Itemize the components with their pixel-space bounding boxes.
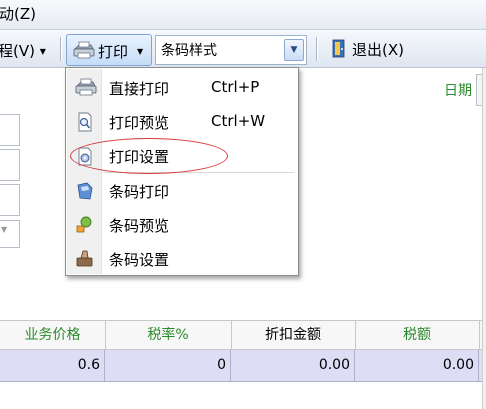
form-select[interactable]: ▼ — [0, 220, 20, 248]
barcode-style-select[interactable]: 条码样式 ▼ — [155, 35, 307, 65]
menu-item-label: 条码打印 — [109, 183, 170, 201]
chevron-down-icon: ▼ — [39, 47, 46, 56]
chevron-down-icon: ▼ — [137, 47, 144, 56]
printer-icon — [75, 78, 97, 100]
table-cell[interactable]: 0.6 — [0, 350, 105, 381]
printer-icon — [73, 41, 95, 63]
menu-item-direct-print[interactable]: 直接打印 Ctrl+P — [67, 71, 297, 104]
scrollbar[interactable] — [482, 68, 486, 409]
date-label: 日期 — [444, 83, 472, 99]
table-row[interactable]: 0.6 0 0.00 0.00 — [0, 350, 486, 382]
exit-button[interactable]: 退出(X) — [330, 36, 416, 62]
barcode-style-value: 条码样式 — [161, 43, 217, 59]
column-header[interactable]: 折扣金额 — [231, 321, 356, 351]
menu-item-label: 条码设置 — [109, 251, 170, 269]
exit-door-icon — [330, 39, 348, 63]
toolbar-item-partial-label: 程(V) — [0, 42, 35, 60]
grid-header: 业务价格 税率% 折扣金额 税额 — [0, 320, 486, 351]
menu-item-barcode-settings[interactable]: 条码设置 — [67, 242, 297, 275]
menu-item-barcode-preview[interactable]: 条码预览 — [67, 208, 297, 241]
menu-item-label: 直接打印 — [109, 80, 170, 98]
print-button[interactable]: 打印 ▼ — [66, 34, 152, 66]
menu-item-label: 打印预览 — [109, 114, 170, 132]
blank-area — [0, 382, 486, 409]
menubar: 动(Z) — [0, 0, 486, 30]
menu-item-partial[interactable]: 动(Z) — [0, 3, 36, 24]
menu-item-label: 条码预览 — [109, 217, 170, 235]
column-header[interactable]: 税率% — [105, 321, 232, 351]
toolbar-separator — [316, 37, 317, 61]
chevron-down-icon: ▼ — [1, 225, 8, 234]
toolbar: 程(V) ▼ 打印 ▼ 条码样式 ▼ 退出(X) — [0, 30, 486, 68]
print-preview-icon — [75, 112, 95, 136]
toolbar-separator — [60, 37, 61, 61]
annotation-ellipse — [70, 138, 228, 174]
print-button-label: 打印 — [98, 43, 129, 61]
table-cell[interactable]: 0.00 — [355, 350, 479, 381]
form-field[interactable] — [0, 149, 20, 181]
barcode-print-icon — [75, 181, 95, 205]
menu-item-barcode-print[interactable]: 条码打印 — [67, 174, 297, 207]
dropdown-arrow-icon[interactable]: ▼ — [284, 39, 304, 61]
menu-item-shortcut: Ctrl+P — [211, 78, 260, 96]
form-field[interactable] — [0, 114, 20, 146]
column-header[interactable]: 税额 — [355, 321, 480, 351]
menu-item-shortcut: Ctrl+W — [211, 112, 266, 130]
toolbar-item-partial[interactable]: 程(V) ▼ — [0, 40, 46, 61]
form-field[interactable] — [0, 184, 20, 216]
table-cell[interactable]: 0 — [105, 350, 231, 381]
menu-item-print-preview[interactable]: 打印预览 Ctrl+W — [67, 105, 297, 138]
barcode-preview-icon — [75, 215, 95, 239]
exit-button-label: 退出(X) — [352, 41, 404, 59]
table-cell[interactable]: 0.00 — [231, 350, 355, 381]
column-header[interactable]: 业务价格 — [0, 321, 106, 351]
barcode-settings-icon — [75, 249, 95, 273]
